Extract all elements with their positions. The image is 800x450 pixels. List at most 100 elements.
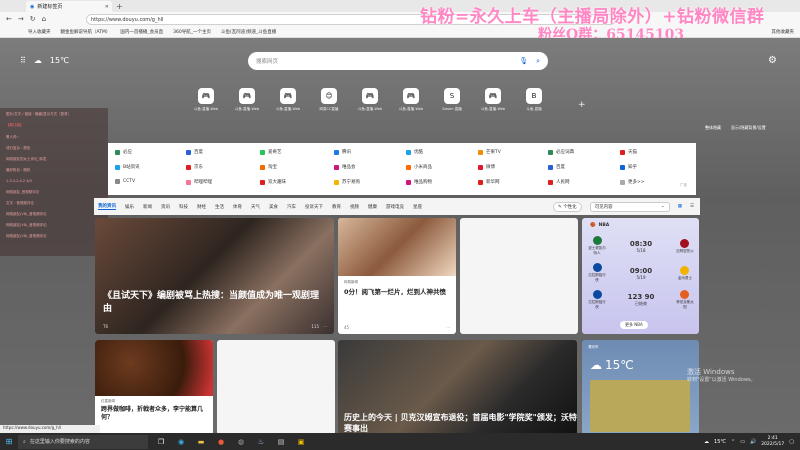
quick-link[interactable]: 唯品购物 (406, 179, 432, 185)
grid-view-icon[interactable]: ▦ (678, 204, 682, 209)
favorite-item[interactable]: 国内一首播播_会员直 (120, 29, 163, 35)
steam-icon[interactable]: ♨ (254, 436, 268, 448)
quick-link-more[interactable]: 更多>> (620, 179, 645, 185)
apps-grid-icon[interactable]: ⠿ (20, 56, 26, 65)
quick-link[interactable]: 爱奇艺 (260, 149, 282, 155)
new-tab-button[interactable]: + (116, 2, 123, 11)
quick-link[interactable]: 新华网 (478, 179, 500, 185)
tile[interactable]: 🎮 斗鱼-直播-Web (481, 88, 505, 112)
favorite-item[interactable]: 斗鱼(瓦阿迪)频道_斗鱼直播 (221, 29, 276, 35)
feature-news-card[interactable]: 历史上的今天 | 贝克汉姆宣布退役；首届电影"学院奖"颁发；沃特赛事出 (338, 340, 577, 435)
app-icon[interactable]: ▤ (274, 436, 288, 448)
game-row[interactable]: 达拉斯独行侠 09:00 5/19 金州勇士 (588, 263, 694, 283)
forward-icon[interactable]: → (18, 15, 24, 23)
list-view-icon[interactable]: ☰ (690, 204, 694, 209)
feed-tab[interactable]: 体育 (233, 204, 242, 210)
feed-tab[interactable]: 娱乐 (125, 204, 134, 210)
more-icon[interactable]: ⋯ (446, 325, 450, 330)
tile[interactable]: S Steam 直播 (442, 88, 462, 112)
content-dropdown[interactable]: 可见内容 ⌄ (589, 201, 670, 212)
notification-icon[interactable]: ▢ (789, 439, 794, 445)
quick-link[interactable]: 必应 (115, 149, 132, 155)
quick-link[interactable]: 腾讯 (334, 149, 351, 155)
favorite-item[interactable]: 360导航_一个主页 (173, 29, 211, 35)
reaction-count[interactable]: 115 (311, 324, 319, 329)
news-card[interactable]: 红星新闻 跨界做咖啡，折戟者众多，李宁能算几何？ (95, 340, 213, 435)
tab-new-tab[interactable]: ◉ 新建标签页 ✕ (26, 1, 112, 12)
weather-widget[interactable]: ⠿ ☁ 15℃ (20, 56, 69, 65)
app-icon[interactable]: ▣ (294, 436, 308, 448)
network-icon[interactable]: ▭ (740, 439, 745, 445)
quick-link[interactable]: 唯品会 (334, 164, 356, 170)
gear-icon[interactable]: ⚙ (768, 55, 777, 66)
app-icon[interactable]: ● (214, 436, 228, 448)
home-icon[interactable]: ⌂ (42, 15, 46, 23)
more-nba-button[interactable]: 更多 NBA (620, 321, 648, 329)
tile[interactable]: 🎮 斗鱼-直播-Web (358, 88, 382, 112)
volume-icon[interactable]: 🔊 (750, 439, 756, 445)
quick-link[interactable]: 小米商品 (406, 164, 432, 170)
favorite-item[interactable]: 导入收藏夹 (28, 29, 51, 35)
refresh-icon[interactable]: ↻ (30, 15, 36, 23)
quick-link[interactable]: 优酷 (406, 149, 423, 155)
close-tab-icon[interactable]: ✕ (105, 4, 109, 10)
quick-link[interactable]: 人民网 (548, 179, 570, 185)
feed-tab[interactable]: 星座 (413, 204, 422, 210)
feed-tab[interactable]: 健康 (368, 204, 377, 210)
feed-tab[interactable]: 教育 (332, 204, 341, 210)
tile[interactable]: 🎮 斗鱼-直播-Web (276, 88, 300, 112)
favorite-item[interactable]: 翻金鱼解说导航（ATM） (61, 29, 111, 35)
taskbar-search[interactable]: ⌕ 在这里输入你要搜索的内容 (18, 434, 148, 449)
folder-icon[interactable]: ▬ (194, 436, 208, 448)
tile[interactable]: 🎮 斗鱼-直播-Web (194, 88, 218, 112)
other-favorites[interactable]: 其他收藏夹 (772, 29, 795, 35)
quick-link[interactable]: 苏宁易购 (334, 179, 360, 185)
feed-tab[interactable]: 生活 (215, 204, 224, 210)
sports-card[interactable]: 🏀 NBA 波士顿凯尔特人 08:30 5/18 迈阿密热火 达拉斯独行侠 09:0… (582, 218, 699, 334)
quick-link[interactable]: 百度 (548, 164, 565, 170)
weather-card[interactable]: 漯河市 ☁ 15℃ (582, 340, 699, 435)
feed-tab[interactable]: 天气 (251, 204, 260, 210)
back-icon[interactable]: ← (6, 15, 12, 23)
feed-tab[interactable]: 游戏电竞 (386, 204, 404, 210)
windows-start-icon[interactable]: ⊞ (0, 437, 18, 446)
quick-link[interactable]: 百度 (186, 149, 203, 155)
reaction-count[interactable]: 45 (344, 325, 349, 330)
quick-link[interactable]: 天猫 (620, 149, 637, 155)
clock[interactable]: 2:41 2022/5/17 (761, 436, 784, 448)
search-box[interactable]: 搜索网页 🎙 ⌕ (248, 52, 548, 70)
quick-link[interactable]: 哔哩哔哩 (186, 179, 212, 185)
more-icon[interactable]: ⋯ (323, 324, 327, 329)
feed-tab-active[interactable]: 我的资讯 (98, 203, 116, 210)
feed-tab[interactable]: 美食 (269, 204, 278, 210)
search-icon[interactable]: ⌕ (536, 57, 540, 66)
quick-link[interactable]: 知乎 (620, 164, 637, 170)
chevron-up-icon[interactable]: ⌃ (731, 439, 735, 445)
quick-link[interactable]: CCTV (115, 179, 135, 184)
quick-link[interactable]: 必应词典 (548, 149, 574, 155)
microphone-icon[interactable]: 🎙 (519, 57, 528, 66)
tile[interactable]: 🎮 斗鱼-直播-Web (235, 88, 259, 112)
quick-link[interactable]: 双大趣味 (260, 179, 286, 185)
feed-tab[interactable]: 视频 (350, 204, 359, 210)
feed-tab[interactable]: 资讯 (161, 204, 170, 210)
feed-tab[interactable]: 新闻 (143, 204, 152, 210)
quick-link[interactable]: B站资讯 (115, 164, 140, 170)
weather-map[interactable] (590, 380, 690, 432)
tile[interactable]: 🎮 斗鱼-直播-Web (399, 88, 423, 112)
feed-tab[interactable]: 投诉天下 (305, 204, 323, 210)
feature-news-card[interactable]: 《且试天下》编剧被骂上热搜：当颜值成为唯一观剧理由 T6 115 ⋯ (95, 218, 334, 334)
tool-hide[interactable]: 整体隐藏 (705, 125, 721, 131)
quick-link[interactable]: 芒果TV (478, 149, 501, 155)
task-view-icon[interactable]: ❐ (154, 436, 168, 448)
feed-tab[interactable]: 科技 (179, 204, 188, 210)
tile[interactable]: 😊 网易CC直播 (319, 88, 339, 112)
feed-tab[interactable]: 财经 (197, 204, 206, 210)
edge-icon[interactable]: ◉ (174, 436, 188, 448)
game-row[interactable]: 波士顿凯尔特人 08:30 5/18 迈阿密热火 (588, 236, 694, 256)
quick-link[interactable]: 京东 (186, 164, 203, 170)
quick-link[interactable]: 微博 (478, 164, 495, 170)
quick-link[interactable]: 淘宝 (260, 164, 277, 170)
app-icon[interactable]: ◍ (234, 436, 248, 448)
personalize-button[interactable]: ✎ 个性化 (552, 201, 582, 212)
